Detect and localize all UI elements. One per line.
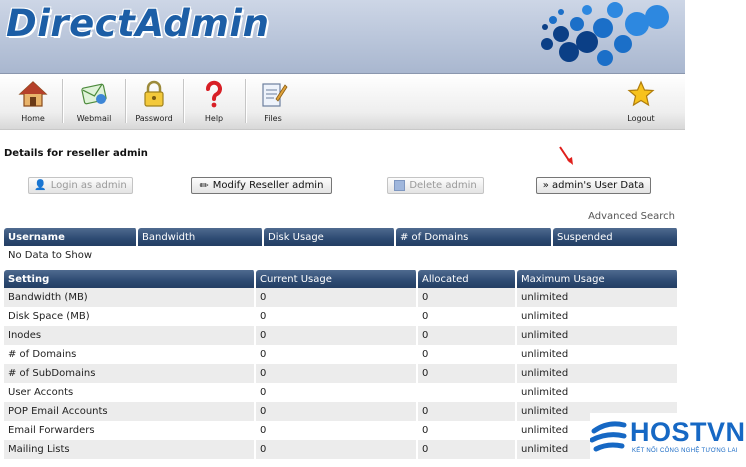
toolbar-password-label: Password xyxy=(135,114,173,123)
table-cell: 0 xyxy=(256,345,418,364)
toolbar-logout[interactable]: Logout xyxy=(615,74,667,129)
user-data-label: » admin's User Data xyxy=(542,180,645,191)
table-cell: unlimited xyxy=(517,383,679,402)
table-cell: 0 xyxy=(256,421,418,440)
page-title: Details for reseller admin xyxy=(4,148,148,159)
table-cell: 0 xyxy=(418,440,517,459)
table-row: Disk Space (MB) 0 0 unlimited xyxy=(4,307,679,326)
header-banner: DirectAdmin xyxy=(0,0,685,73)
table-cell: 0 xyxy=(256,440,418,459)
column-header[interactable]: Bandwidth xyxy=(138,228,264,246)
empty-message: No Data to Show xyxy=(4,246,679,265)
decorative-dots-icon xyxy=(541,2,669,66)
table-row: Inodes 0 0 unlimited xyxy=(4,326,679,345)
toolbar-logout-label: Logout xyxy=(627,114,655,123)
column-header[interactable]: Suspended xyxy=(553,228,679,246)
table-cell: unlimited xyxy=(517,364,679,383)
table-cell: 0 xyxy=(256,383,418,402)
login-as-button[interactable]: 👤 Login as admin xyxy=(28,177,133,194)
hostvn-tagline: KẾT NỐI CÔNG NGHỆ TƯƠNG LAI xyxy=(632,448,738,454)
table-cell: Mailing Lists xyxy=(4,440,256,459)
column-header[interactable]: Allocated xyxy=(418,270,517,288)
login-as-label: Login as admin xyxy=(50,180,127,191)
table-cell: 0 xyxy=(418,364,517,383)
table-cell: unlimited xyxy=(517,307,679,326)
column-header[interactable]: # of Domains xyxy=(396,228,553,246)
star-icon xyxy=(627,80,655,107)
table-cell: 0 xyxy=(418,345,517,364)
delete-button[interactable]: Delete admin xyxy=(387,177,484,194)
user-data-button[interactable]: » admin's User Data xyxy=(536,177,651,194)
table-row: Bandwidth (MB) 0 0 unlimited xyxy=(4,288,679,307)
table-cell: unlimited xyxy=(517,288,679,307)
modify-reseller-button[interactable]: ✏ Modify Reseller admin xyxy=(191,177,332,194)
main-toolbar: Home Webmail Password Help Files Logout xyxy=(0,73,685,130)
toolbar-help-label: Help xyxy=(204,114,224,123)
table-row: POP Email Accounts 0 0 unlimited xyxy=(4,402,679,421)
pencil-icon: ✏ xyxy=(199,179,209,192)
table-row: # of SubDomains 0 0 unlimited xyxy=(4,364,679,383)
red-arrow-icon xyxy=(559,146,573,165)
table-cell xyxy=(418,383,517,402)
toolbar-webmail-label: Webmail xyxy=(76,114,112,123)
delete-label: Delete admin xyxy=(409,180,477,191)
table-cell: 0 xyxy=(418,421,517,440)
toolbar-webmail[interactable]: Webmail xyxy=(68,74,120,129)
usage-table: Setting Current Usage Allocated Maximum … xyxy=(4,270,679,459)
table-row: User Acconts 0 unlimited xyxy=(4,383,679,402)
table-cell: 0 xyxy=(256,288,418,307)
table-cell: User Acconts xyxy=(4,383,256,402)
modify-reseller-label: Modify Reseller admin xyxy=(212,180,324,191)
table-cell: Bandwidth (MB) xyxy=(4,288,256,307)
table-cell: 0 xyxy=(418,326,517,345)
table-cell: 0 xyxy=(256,307,418,326)
table-cell: 0 xyxy=(418,307,517,326)
table-cell: 0 xyxy=(256,326,418,345)
table-row: # of Domains 0 0 unlimited xyxy=(4,345,679,364)
column-header[interactable]: Setting xyxy=(4,270,256,288)
table-row: Email Forwarders 0 0 unlimited xyxy=(4,421,679,440)
files-icon xyxy=(262,83,288,107)
table-cell: POP Email Accounts xyxy=(4,402,256,421)
toolbar-password[interactable]: Password xyxy=(130,74,178,129)
table-cell: Inodes xyxy=(4,326,256,345)
toolbar-help[interactable]: Help xyxy=(190,74,238,129)
directadmin-page: DirectAdmin Home Webmail Password Help F… xyxy=(0,0,685,463)
delete-icon xyxy=(394,180,406,191)
table-cell: 0 xyxy=(256,364,418,383)
table-cell: 0 xyxy=(418,402,517,421)
toolbar-files[interactable]: Files xyxy=(250,74,296,129)
home-icon xyxy=(18,81,48,107)
table-cell: # of Domains xyxy=(4,345,256,364)
users-table: Username Bandwidth Disk Usage # of Domai… xyxy=(4,228,679,265)
advanced-search-link[interactable]: Advanced Search xyxy=(588,211,675,222)
toolbar-home-label: Home xyxy=(21,114,45,123)
table-row: Mailing Lists 0 0 unlimited xyxy=(4,440,679,459)
table-cell: unlimited xyxy=(517,345,679,364)
lock-icon xyxy=(144,80,164,107)
table-cell: 0 xyxy=(418,288,517,307)
hostvn-name: HOSTVN xyxy=(630,417,746,447)
table-cell: unlimited xyxy=(517,326,679,345)
column-header[interactable]: Username xyxy=(4,228,138,246)
table-cell: Disk Space (MB) xyxy=(4,307,256,326)
user-icon: 👤 xyxy=(34,180,47,191)
directadmin-logo[interactable]: DirectAdmin xyxy=(6,2,269,45)
table-cell: 0 xyxy=(256,402,418,421)
question-icon xyxy=(206,80,222,108)
toolbar-home[interactable]: Home xyxy=(12,74,54,129)
table-cell: Email Forwarders xyxy=(4,421,256,440)
webmail-icon xyxy=(81,83,107,105)
hostvn-watermark: HOSTVN KẾT NỐI CÔNG NGHỆ TƯƠNG LAI xyxy=(589,413,746,463)
column-header[interactable]: Disk Usage xyxy=(264,228,396,246)
table-cell: # of SubDomains xyxy=(4,364,256,383)
column-header[interactable]: Maximum Usage xyxy=(517,270,679,288)
column-header[interactable]: Current Usage xyxy=(256,270,418,288)
toolbar-files-label: Files xyxy=(264,114,282,123)
